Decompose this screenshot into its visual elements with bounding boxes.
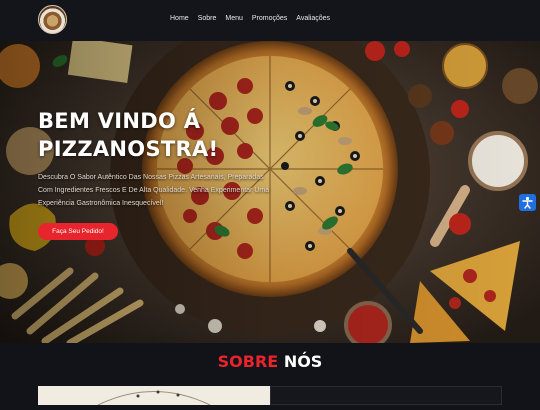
about-text-card [270, 386, 502, 405]
nav-link-promocoes[interactable]: Promoções [252, 15, 287, 22]
hero-section: BEM VINDO Á PIZZANOSTRA! Descubra O Sabo… [0, 41, 540, 343]
order-button[interactable]: Faça Seu Pedido! [38, 223, 118, 240]
about-section-title: SOBRE NÓS [0, 352, 540, 371]
accessibility-icon [522, 196, 533, 209]
nav-link-home[interactable]: Home [170, 15, 189, 22]
pizzeria-logo[interactable] [38, 5, 67, 34]
hero-description: Descubra O Sabor Autêntico Das Nossas Pi… [38, 174, 270, 207]
about-image-card [38, 386, 270, 406]
about-title-accent: SOBRE [217, 352, 279, 371]
nav-link-sobre[interactable]: Sobre [198, 15, 217, 22]
nav-links: Home Sobre Menu Promoções Avaliações [170, 15, 339, 22]
hero-title-line2: PIZZANOSTRA! [38, 137, 219, 161]
hero-title: BEM VINDO Á PIZZANOSTRA! [38, 107, 278, 163]
hero-title-line1: BEM VINDO Á [38, 109, 201, 133]
navbar: Home Sobre Menu Promoções Avaliações [0, 0, 540, 42]
about-illustration [97, 390, 211, 406]
accessibility-button[interactable] [519, 194, 536, 211]
nav-link-menu[interactable]: Menu [225, 15, 243, 22]
nav-link-avaliacoes[interactable]: Avaliações [296, 15, 330, 22]
about-title-rest: NÓS [283, 352, 323, 371]
